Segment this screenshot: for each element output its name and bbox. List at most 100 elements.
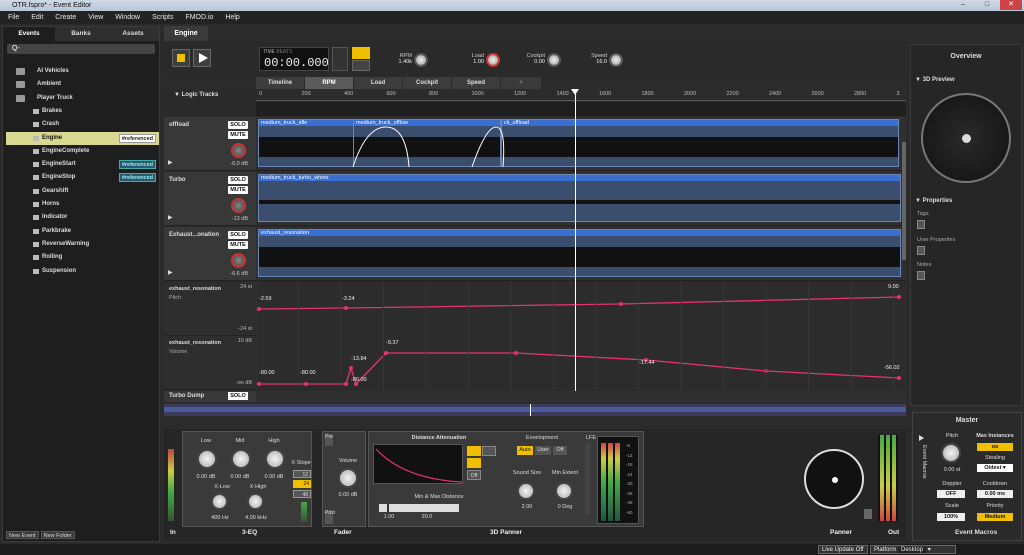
menu-fmodio[interactable]: FMOD.io	[180, 11, 218, 24]
tab-speed[interactable]: Speed	[452, 77, 500, 89]
menu-edit[interactable]: Edit	[26, 11, 48, 24]
eq-low-knob[interactable]	[197, 449, 217, 469]
logic-tracks-header[interactable]: ▼ Logic Tracks	[164, 89, 256, 101]
envelopment-auto-button[interactable]: Auto	[517, 446, 533, 455]
tab-engine[interactable]: Engine	[164, 26, 208, 41]
user-properties-add-button[interactable]	[917, 246, 925, 255]
platform-dropdown[interactable]: Platform Desktop ▾	[870, 545, 956, 554]
event-item[interactable]: Horns	[6, 198, 159, 211]
folder-item[interactable]: Ambient	[6, 78, 159, 91]
cooldown-field[interactable]: 0.00 ms	[977, 490, 1013, 498]
event-item[interactable]: Suspension	[6, 265, 159, 278]
loop-toggle[interactable]	[332, 47, 348, 71]
mute-button[interactable]: MUTE	[228, 241, 248, 249]
curve-squared-button[interactable]	[482, 446, 496, 456]
preview-header[interactable]: ▼ 3D Preview	[915, 77, 955, 83]
slope-24-button[interactable]: 24	[293, 480, 311, 488]
audio-clip[interactable]: medium_truck_turbo_whine	[258, 174, 901, 222]
track-volume-knob[interactable]	[231, 143, 246, 158]
live-update-toggle[interactable]: Live Update Off	[818, 545, 868, 554]
track-header-turbo-dump[interactable]: Turbo Dump SOLO	[164, 391, 256, 402]
track-lane[interactable]: medium_truck_turbo_whine	[256, 172, 906, 226]
tab-banks[interactable]: Banks	[55, 27, 107, 41]
tab-events[interactable]: Events	[3, 27, 55, 41]
volume-knob[interactable]	[338, 468, 358, 488]
event-item[interactable]: ReverseWarning	[6, 238, 159, 251]
track-header[interactable]: Exhaust...onation SOLO MUTE -6.6 dB ▶	[164, 227, 256, 281]
folder-item[interactable]: Player Truck	[6, 92, 159, 105]
slope-12-button[interactable]: 12	[293, 470, 311, 478]
close-button[interactable]: ✕	[1000, 0, 1022, 10]
menu-help[interactable]: Help	[220, 11, 244, 24]
properties-header[interactable]: ▼ Properties	[915, 198, 952, 204]
panner-lock-icon[interactable]	[864, 509, 872, 519]
menu-file[interactable]: File	[0, 11, 24, 24]
curve-off-button[interactable]: Off	[467, 470, 481, 480]
new-folder-button[interactable]: New Folder	[40, 531, 75, 539]
track-header[interactable]: Turbo SOLO MUTE -13 dB ▶	[164, 172, 256, 226]
event-item[interactable]: EngineComplete	[6, 145, 159, 158]
event-item[interactable]: Parkbrake	[6, 225, 159, 238]
distance-slider[interactable]	[379, 504, 459, 512]
solo-button[interactable]: SOLO	[228, 121, 248, 129]
solo-button[interactable]: SOLO	[228, 231, 248, 239]
tags-add-button[interactable]	[917, 220, 925, 229]
event-item[interactable]: EngineStart #referenced	[6, 158, 159, 171]
attenuation-curve[interactable]	[373, 444, 463, 484]
playhead-marker-icon[interactable]	[571, 89, 579, 95]
event-item[interactable]: Indicator	[6, 211, 159, 224]
pause-icon[interactable]	[352, 60, 370, 71]
menu-scripts[interactable]: Scripts	[147, 11, 178, 24]
min-extent-knob[interactable]	[555, 482, 573, 500]
tab-timeline[interactable]: Timeline	[256, 77, 304, 89]
play-button[interactable]	[193, 49, 211, 67]
post-toggle[interactable]: Post	[325, 510, 335, 524]
doppler-toggle[interactable]: OFF	[937, 490, 965, 498]
search-input[interactable]: Q-	[7, 44, 155, 54]
automation-header[interactable]: exhaust_resonation Volume 10 dB -oo dB	[164, 336, 256, 390]
param-knob[interactable]	[486, 53, 500, 67]
track-header[interactable]: offload SOLO MUTE -6.0 dB ▶	[164, 117, 256, 171]
crossfade-curves[interactable]	[256, 117, 906, 171]
solo-button[interactable]: SOLO	[228, 392, 248, 400]
mute-button[interactable]: MUTE	[228, 186, 248, 194]
expand-icon[interactable]	[919, 435, 924, 441]
envelopment-user-button[interactable]: User	[535, 446, 551, 455]
minimize-button[interactable]: –	[952, 0, 974, 10]
tab-load[interactable]: Load	[354, 77, 402, 89]
curve-linear-button[interactable]	[467, 446, 481, 456]
sound-size-knob[interactable]	[517, 482, 535, 500]
logic-lane[interactable]	[256, 102, 906, 116]
param-knob[interactable]	[414, 53, 428, 67]
3d-preview-dial[interactable]	[921, 93, 1011, 183]
add-parameter-tab[interactable]: +	[501, 77, 541, 89]
ruler[interactable]: 0 200 400 600 800 1000 1200 1400 1600 1800 2000 220…	[256, 89, 906, 101]
curve-inverse-button[interactable]	[467, 458, 481, 468]
event-item[interactable]: EngineStop #referenced	[6, 171, 159, 184]
tab-rpm[interactable]: RPM	[305, 77, 353, 89]
solo-button[interactable]: SOLO	[228, 176, 248, 184]
eq-mid-knob[interactable]	[231, 449, 251, 469]
envelopment-off-button[interactable]: Off	[553, 446, 567, 455]
track-body-turbo-dump[interactable]	[256, 391, 906, 402]
eq-xhigh-knob[interactable]	[247, 493, 264, 510]
max-instances-field[interactable]: oo	[977, 443, 1013, 451]
track-volume-knob[interactable]	[231, 198, 246, 213]
track-volume-knob[interactable]	[231, 253, 246, 268]
event-item[interactable]: Rolling	[6, 251, 159, 264]
folder-item[interactable]: AI Vehicles	[6, 65, 159, 78]
eq-high-knob[interactable]	[265, 449, 285, 469]
playhead[interactable]	[575, 89, 576, 401]
event-item[interactable]: Gearshift	[6, 185, 159, 198]
track-lane[interactable]: exhaust_resonation	[256, 227, 906, 281]
tab-cockpit[interactable]: Cockpit	[403, 77, 451, 89]
menu-window[interactable]: Window	[110, 11, 145, 24]
event-item[interactable]: Brakes	[6, 105, 159, 118]
eq-xlow-knob[interactable]	[211, 493, 228, 510]
lfe-slider[interactable]	[585, 444, 590, 514]
surround-panner[interactable]	[804, 449, 864, 509]
pitch-knob[interactable]	[941, 443, 961, 463]
automation-header[interactable]: exhaust_resonation Pitch 24 st -24 st	[164, 282, 256, 336]
notes-add-button[interactable]	[917, 271, 925, 280]
slope-48-button[interactable]: 48	[293, 490, 311, 498]
